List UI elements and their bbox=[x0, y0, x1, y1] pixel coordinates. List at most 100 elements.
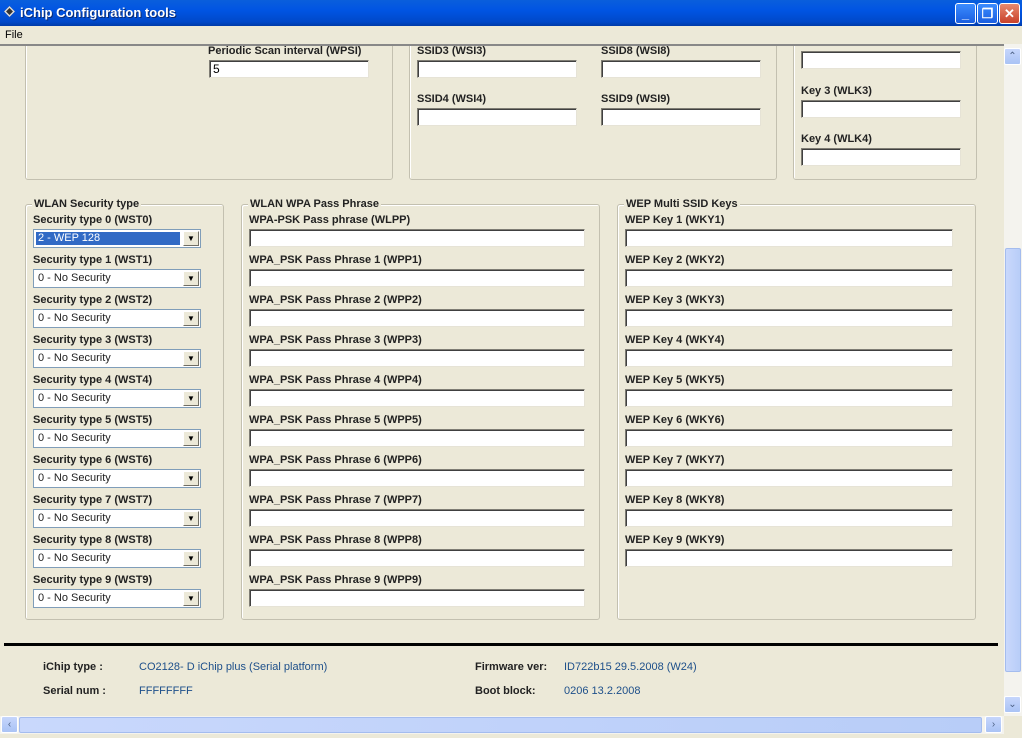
wep-key-input[interactable] bbox=[625, 269, 953, 287]
ichip-type-label: iChip type : bbox=[43, 661, 103, 673]
wep-key-input[interactable] bbox=[625, 349, 953, 367]
security-type-select[interactable]: 0 - No Security ▼ bbox=[33, 349, 201, 368]
wpa-passphrase-input[interactable] bbox=[249, 589, 585, 607]
scroll-up-button[interactable]: ⌃ bbox=[1004, 48, 1021, 65]
ssid3-input[interactable] bbox=[417, 60, 577, 78]
wpa-passphrase-label: WPA_PSK Pass Phrase 5 (WPP5) bbox=[249, 414, 422, 426]
security-type-value: 2 - WEP 128 bbox=[36, 232, 180, 245]
scroll-down-button[interactable]: ⌄ bbox=[1004, 696, 1021, 713]
wep-key-input[interactable] bbox=[625, 429, 953, 447]
wpa-passphrase-input[interactable] bbox=[249, 509, 585, 527]
security-type-select[interactable]: 0 - No Security ▼ bbox=[33, 389, 201, 408]
ssid8-label: SSID8 (WSI8) bbox=[601, 45, 671, 57]
chevron-down-icon[interactable]: ▼ bbox=[183, 511, 199, 526]
security-type-label: Security type 3 (WST3) bbox=[33, 334, 153, 346]
scan-interval-label: Periodic Scan interval (WPSI) bbox=[208, 45, 362, 57]
wpa-passphrase-label: WPA_PSK Pass Phrase 9 (WPP9) bbox=[249, 574, 422, 586]
chevron-down-icon[interactable]: ▼ bbox=[183, 311, 199, 326]
key3-label: Key 3 (WLK3) bbox=[801, 85, 872, 97]
chevron-down-icon[interactable]: ▼ bbox=[183, 351, 199, 366]
app-icon[interactable] bbox=[4, 6, 15, 17]
security-type-label: Security type 6 (WST6) bbox=[33, 454, 153, 466]
wep-key-input[interactable] bbox=[625, 549, 953, 567]
scroll-left-button[interactable]: ‹ bbox=[1, 716, 18, 733]
scan-interval-input[interactable]: 5 bbox=[209, 60, 369, 78]
serial-value: FFFFFFFF bbox=[139, 685, 193, 697]
ssid9-label: SSID9 (WSI9) bbox=[601, 93, 671, 105]
wep-key-input[interactable] bbox=[625, 309, 953, 327]
wpa-passphrase-input[interactable] bbox=[249, 469, 585, 487]
window-title: iChip Configuration tools bbox=[20, 5, 176, 20]
footer-divider bbox=[4, 643, 998, 646]
horizontal-scroll-thumb[interactable] bbox=[19, 717, 982, 733]
wpa-passphrase-label: WPA_PSK Pass Phrase 2 (WPP2) bbox=[249, 294, 422, 306]
boot-value: 0206 13.2.2008 bbox=[564, 685, 641, 697]
ssid8-input[interactable] bbox=[601, 60, 761, 78]
wep-key-input[interactable] bbox=[625, 509, 953, 527]
ssid4-input[interactable] bbox=[417, 108, 577, 126]
wep-key-input[interactable] bbox=[625, 469, 953, 487]
wpa-passphrase-label: WPA_PSK Pass Phrase 7 (WPP7) bbox=[249, 494, 422, 506]
wpa-passphrase-label: WPA-PSK Pass phrase (WLPP) bbox=[249, 214, 411, 226]
security-type-value: 0 - No Security bbox=[38, 432, 111, 444]
security-type-select[interactable]: 0 - No Security ▼ bbox=[33, 469, 201, 488]
security-type-select[interactable]: 0 - No Security ▼ bbox=[33, 589, 201, 608]
chevron-down-icon[interactable]: ▼ bbox=[183, 391, 199, 406]
key4-label: Key 4 (WLK4) bbox=[801, 133, 872, 145]
security-type-value: 0 - No Security bbox=[38, 312, 111, 324]
key4-input[interactable] bbox=[801, 148, 961, 166]
security-type-value: 0 - No Security bbox=[38, 512, 111, 524]
security-type-select[interactable]: 0 - No Security ▼ bbox=[33, 549, 201, 568]
vertical-scrollbar[interactable]: ⌃ ⌄ bbox=[1004, 44, 1022, 716]
scroll-right-button[interactable]: › bbox=[985, 716, 1002, 733]
chevron-down-icon[interactable]: ▼ bbox=[183, 591, 199, 606]
scrollbar-corner bbox=[1004, 716, 1022, 738]
wep-key-label: WEP Key 6 (WKY6) bbox=[625, 414, 725, 426]
security-type-select[interactable]: 0 - No Security ▼ bbox=[33, 269, 201, 288]
ssid9-input[interactable] bbox=[601, 108, 761, 126]
security-group-title: WLAN Security type bbox=[32, 198, 142, 210]
horizontal-scrollbar[interactable]: ‹ › bbox=[0, 716, 1004, 734]
chevron-down-icon[interactable]: ▼ bbox=[183, 551, 199, 566]
wpa-passphrase-input[interactable] bbox=[249, 269, 585, 287]
security-type-select[interactable]: 0 - No Security ▼ bbox=[33, 309, 201, 328]
security-type-select[interactable]: 0 - No Security ▼ bbox=[33, 429, 201, 448]
key2-input[interactable] bbox=[801, 51, 961, 69]
firmware-value: ID722b15 29.5.2008 (W24) bbox=[564, 661, 697, 673]
wpa-passphrase-input[interactable] bbox=[249, 229, 585, 247]
chevron-down-icon[interactable]: ▼ bbox=[183, 431, 199, 446]
minimize-button[interactable]: _ bbox=[955, 3, 976, 24]
serial-label: Serial num : bbox=[43, 685, 106, 697]
chevron-down-icon[interactable]: ▼ bbox=[183, 231, 199, 246]
menu-file[interactable]: File bbox=[5, 29, 23, 41]
vertical-scroll-thumb[interactable] bbox=[1005, 248, 1021, 672]
ssid4-label: SSID4 (WSI4) bbox=[417, 93, 487, 105]
wep-key-input[interactable] bbox=[625, 389, 953, 407]
security-type-label: Security type 5 (WST5) bbox=[33, 414, 153, 426]
security-type-value: 0 - No Security bbox=[38, 272, 111, 284]
security-type-select[interactable]: 2 - WEP 128 ▼ bbox=[33, 229, 201, 248]
close-button[interactable]: ✕ bbox=[999, 3, 1020, 24]
wpa-passphrase-input[interactable] bbox=[249, 349, 585, 367]
wep-key-input[interactable] bbox=[625, 229, 953, 247]
wep-group-title: WEP Multi SSID Keys bbox=[624, 198, 740, 210]
security-type-label: Security type 7 (WST7) bbox=[33, 494, 153, 506]
chevron-down-icon[interactable]: ▼ bbox=[183, 271, 199, 286]
wpa-group-title: WLAN WPA Pass Phrase bbox=[248, 198, 381, 210]
key3-input[interactable] bbox=[801, 100, 961, 118]
chevron-down-icon[interactable]: ▼ bbox=[183, 471, 199, 486]
wep-key-label: WEP Key 4 (WKY4) bbox=[625, 334, 725, 346]
wpa-passphrase-input[interactable] bbox=[249, 429, 585, 447]
security-type-label: Security type 9 (WST9) bbox=[33, 574, 153, 586]
security-type-select[interactable]: 0 - No Security ▼ bbox=[33, 509, 201, 528]
wep-key-label: WEP Key 5 (WKY5) bbox=[625, 374, 725, 386]
wpa-passphrase-input[interactable] bbox=[249, 549, 585, 567]
wpa-passphrase-label: WPA_PSK Pass Phrase 1 (WPP1) bbox=[249, 254, 422, 266]
wep-key-label: WEP Key 1 (WKY1) bbox=[625, 214, 725, 226]
security-type-value: 0 - No Security bbox=[38, 592, 111, 604]
wpa-passphrase-input[interactable] bbox=[249, 309, 585, 327]
maximize-button[interactable]: ❐ bbox=[977, 3, 998, 24]
wpa-passphrase-input[interactable] bbox=[249, 389, 585, 407]
title-bar: iChip Configuration tools _ ❐ ✕ bbox=[0, 0, 1022, 26]
firmware-label: Firmware ver: bbox=[475, 661, 548, 673]
